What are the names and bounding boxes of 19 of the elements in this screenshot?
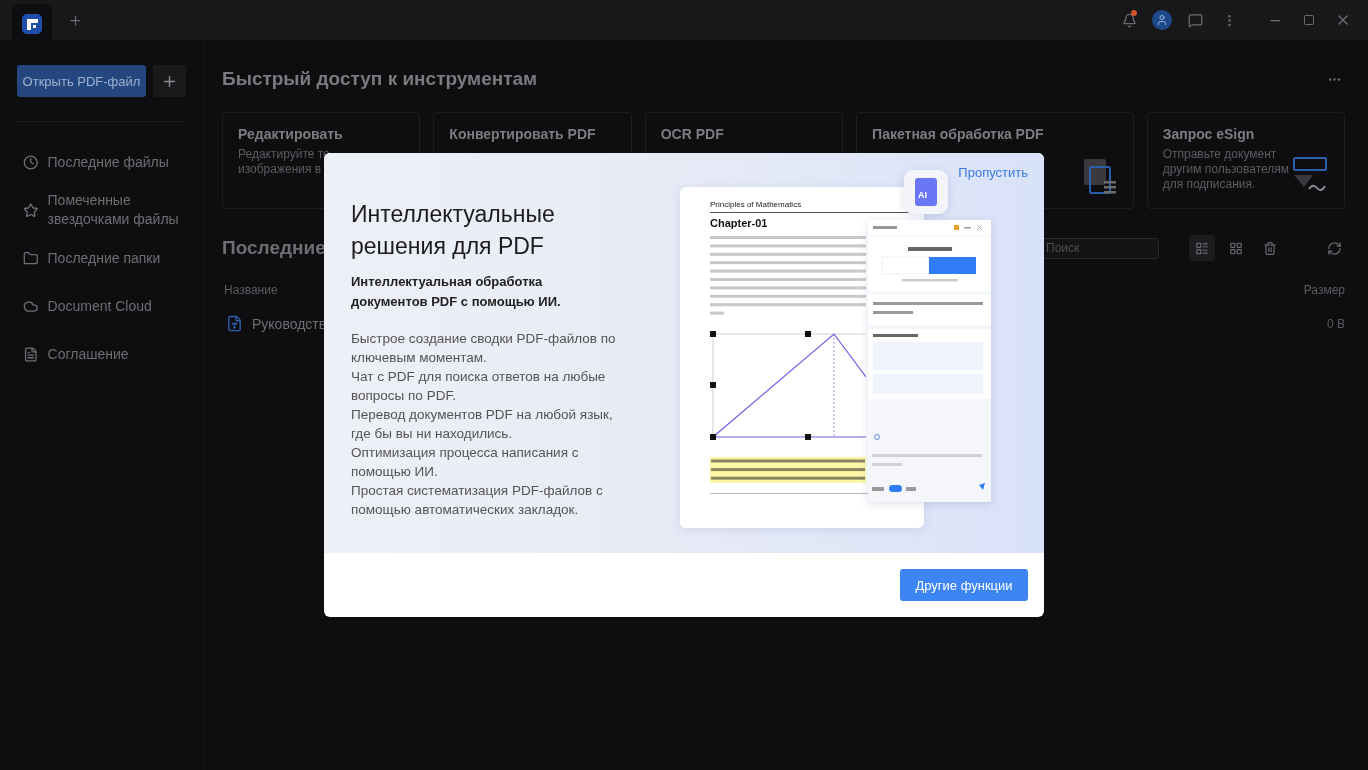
column-header: Размер: [1303, 283, 1345, 297]
feature-text: Быстрое создание сводки PDF-файлов по ключевым моментам.: [351, 330, 616, 367]
tool-title: Конвертировать PDF: [449, 126, 596, 142]
column-header: Название: [224, 283, 278, 297]
feature-text: Чат с PDF для поиска ответов на любые вопросы по PDF.: [351, 368, 607, 405]
tool-description: Отправьте документ другим пользователям для подписания.: [1162, 147, 1290, 192]
ai-app-icon: AI: [904, 170, 948, 214]
feature-text: Оптимизация процесса написания с помощью ИИ.: [351, 444, 580, 481]
dialog-subtitle: Интеллектуальная обработка документов PDF с помощью ИИ.: [351, 273, 562, 311]
section-title: Быстрый доступ к инструментам: [222, 68, 538, 90]
chapter-title: Chapter-01: [710, 217, 769, 229]
file-size: 0 B: [1327, 316, 1345, 331]
tool-title: Пакетная обработка PDF: [872, 126, 1044, 142]
feature-text: Простая систематизация PDF-файлов с помощью автоматических закладок.: [351, 482, 604, 519]
feature-text: Перевод документов PDF на любой язык, где бы вы ни находились.: [351, 406, 614, 443]
tool-title: Запрос eSign: [1162, 126, 1256, 142]
section-title: Последние: [222, 237, 326, 259]
tool-title: OCR PDF: [660, 126, 724, 142]
tool-title: Редактировать: [238, 126, 343, 142]
